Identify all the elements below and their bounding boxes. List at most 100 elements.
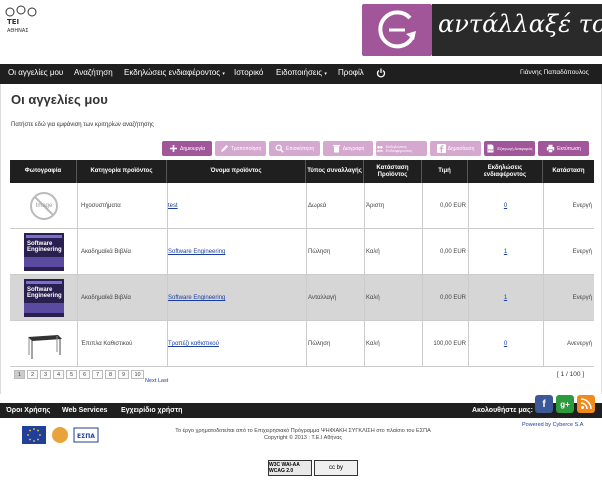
nav-search[interactable]: Αναζήτηση <box>74 68 113 77</box>
eu-funding-logos: ΕΣΠΑ <box>22 426 99 444</box>
row-product-link[interactable]: test <box>168 183 178 229</box>
user-name[interactable]: Γιάννης Παπαδόπουλος <box>520 69 589 76</box>
delete-button[interactable]: Διαγραφή <box>323 141 373 156</box>
people-icon <box>376 145 384 152</box>
col-interest[interactable]: Εκδηλώσεις ενδιαφέροντος <box>468 160 543 183</box>
create-label: Δημιουργία <box>180 145 205 152</box>
nav-interest[interactable]: Εκδηλώσεις ενδιαφέροντος ▾ <box>124 68 225 77</box>
page-6[interactable]: 6 <box>79 370 90 379</box>
preview-button[interactable]: Επισκόπηση <box>269 141 320 156</box>
google-plus-icon[interactable]: g+ <box>556 395 574 413</box>
creative-commons-badge[interactable]: cc by <box>314 460 358 476</box>
pdf-icon: PDF <box>487 144 495 153</box>
svg-text:ΤΕΙ: ΤΕΙ <box>7 18 19 26</box>
page-3[interactable]: 3 <box>40 370 51 379</box>
chevron-down-icon: ▾ <box>324 71 327 77</box>
nav-profile[interactable]: Προφίλ <box>338 68 364 77</box>
pencil-icon <box>220 145 228 152</box>
wcag-badge[interactable]: W3C WAI-AA WCAG 2.0 <box>268 460 312 476</box>
col-category[interactable]: Κατηγορία προϊόντος <box>77 160 167 183</box>
page-5[interactable]: 5 <box>66 370 77 379</box>
book-cover-thumbnail[interactable]: Software Engineering <box>24 233 64 271</box>
nav-my-ads[interactable]: Οι αγγελίες μου <box>8 68 63 77</box>
user-manual-link[interactable]: Εγχειρίδιο χρήστη <box>121 407 182 414</box>
page-9[interactable]: 9 <box>118 370 129 379</box>
nav-notifications[interactable]: Ειδοποιήσεις ▾ <box>276 68 327 77</box>
export-report-button[interactable]: PDF Εξαγωγή Αναφοράς <box>484 141 535 156</box>
trash-icon <box>332 145 340 153</box>
power-icon[interactable] <box>376 68 386 78</box>
pager-next-last[interactable]: Next Last <box>145 378 168 384</box>
print-label: Εκτύπωση <box>557 145 581 152</box>
row-status: Ανενεργή <box>567 341 592 347</box>
page-title: Οι αγγελίες μου <box>11 92 108 107</box>
row-product-link[interactable]: Software Engineering <box>168 275 225 321</box>
page-1[interactable]: 1 <box>14 370 25 379</box>
powered-by-link[interactable]: Powered by Cyberce S.A <box>522 422 583 428</box>
col-product-name[interactable]: Όνομα προϊόντος <box>167 160 306 183</box>
page-4[interactable]: 4 <box>53 370 64 379</box>
row-interest-link[interactable]: 1 <box>468 275 543 321</box>
create-button[interactable]: Δημιουργία <box>162 141 212 156</box>
row-price: 100,00 EUR <box>433 341 466 347</box>
svg-text:PDF: PDF <box>488 148 494 152</box>
row-price: 0,00 EUR <box>439 249 466 255</box>
row-product-link[interactable]: Software Engineering <box>168 229 225 275</box>
nav-history[interactable]: Ιστορικό <box>234 68 263 77</box>
row-type: Πώληση <box>308 341 331 347</box>
book-cover-title: Software Engineering <box>27 287 62 300</box>
brand-text: αντάλλαξέ το! <box>438 10 602 38</box>
row-product-link[interactable]: Τραπέζι καθιστικού <box>168 321 219 367</box>
facebook-icon <box>436 144 446 153</box>
print-button[interactable]: Εκτύπωση <box>538 141 589 156</box>
rss-icon[interactable] <box>577 395 595 413</box>
footer-bar: Όροι Χρήσης Web Services Εγχειρίδιο χρήσ… <box>0 395 602 418</box>
row-status: Ενεργή <box>572 295 592 301</box>
terms-link[interactable]: Όροι Χρήσης <box>6 407 50 414</box>
page-10[interactable]: 10 <box>131 370 144 379</box>
facebook-icon[interactable]: f <box>535 395 553 413</box>
table-row[interactable]: Software Engineering Ακαδημαϊκά Βιβλία S… <box>10 229 594 275</box>
interest-events-button[interactable]: Εκδηλώσεις Ενδιαφέροντος <box>376 141 427 156</box>
interest-events-label: Εκδηλώσεις Ενδιαφέροντος <box>385 143 413 153</box>
col-status[interactable]: Κατάσταση <box>543 160 594 183</box>
col-photo[interactable]: Φωτογραφία <box>10 160 77 183</box>
main-content: Οι αγγελίες μου Πατήστε εδώ για εμφάνιση… <box>0 84 602 394</box>
row-category: Έπιπλα Καθιστικού <box>81 341 133 347</box>
row-type: Δωρεά <box>308 203 327 209</box>
tei-logo[interactable]: ΤΕΙ ΑΘΗΝΑΣ <box>4 4 38 34</box>
row-category: Ηχοσυστήματα <box>81 203 121 209</box>
web-services-link[interactable]: Web Services <box>62 407 107 414</box>
page-8[interactable]: 8 <box>105 370 116 379</box>
page-2[interactable]: 2 <box>27 370 38 379</box>
col-product-condition[interactable]: Κατάσταση Προϊόντος <box>364 160 422 183</box>
row-interest-link[interactable]: 0 <box>468 183 543 229</box>
row-category: Ακαδημαϊκά Βιβλία <box>81 295 131 301</box>
table-row[interactable]: Έπιπλα Καθιστικού Τραπέζι καθιστικού Πώλ… <box>10 321 594 367</box>
row-condition: Καλή <box>366 341 380 347</box>
svg-text:ΑΘΗΝΑΣ: ΑΘΗΝΑΣ <box>7 28 28 34</box>
desk-thumbnail[interactable] <box>24 325 64 363</box>
printer-icon <box>546 144 555 153</box>
search-criteria-toggle[interactable]: Πατήστε εδώ για εμφάνιση των κριτηρίων α… <box>11 122 154 128</box>
book-cover-thumbnail[interactable]: Software Engineering <box>24 279 64 317</box>
export-report-label: Εξαγωγή Αναφοράς <box>497 145 533 151</box>
row-interest-link[interactable]: 0 <box>468 321 543 367</box>
publish-button[interactable]: Δημοσίευση <box>430 141 481 156</box>
page-7[interactable]: 7 <box>92 370 103 379</box>
exchange-logo-icon[interactable] <box>362 4 432 56</box>
row-type: Πώληση <box>308 249 331 255</box>
follow-label: Ακολουθήστε μας: <box>472 407 533 414</box>
chevron-down-icon: ▾ <box>222 71 225 77</box>
row-condition: Καλή <box>366 295 380 301</box>
table-row[interactable]: Image Ηχοσυστήματα test Δωρεά Άριστη 0,0… <box>10 183 594 229</box>
edit-button[interactable]: Τροποποίηση <box>215 141 266 156</box>
copyright-line: Copyright © 2013 : Τ.Ε.Ι Αθήνας <box>263 435 343 442</box>
publish-label: Δημοσίευση <box>447 145 475 152</box>
col-transaction-type[interactable]: Τύπος συναλλαγής <box>306 160 364 183</box>
col-price[interactable]: Τιμή <box>422 160 468 183</box>
table-header: Φωτογραφία Κατηγορία προϊόντος Όνομα προ… <box>10 160 594 183</box>
table-row[interactable]: Software Engineering Ακαδημαϊκά Βιβλία S… <box>10 275 594 321</box>
row-interest-link[interactable]: 1 <box>468 229 543 275</box>
delete-label: Διαγραφή <box>342 145 365 152</box>
